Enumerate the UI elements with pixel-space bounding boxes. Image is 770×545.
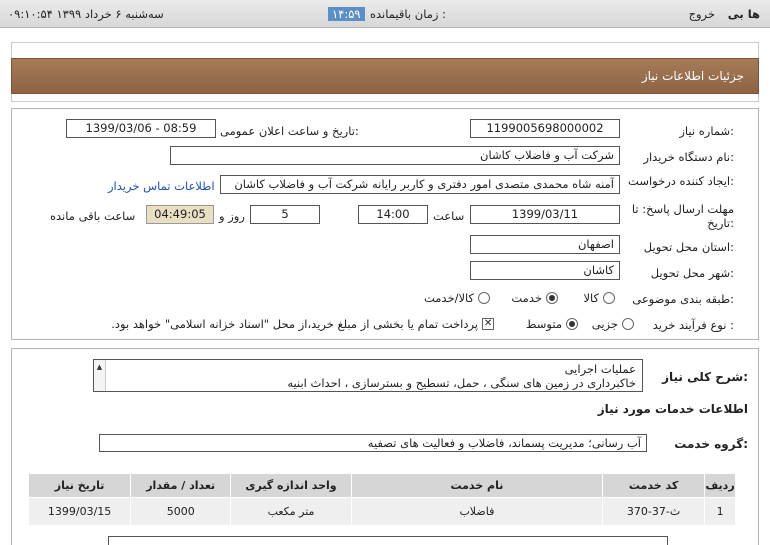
remaining-time-label: ساعت باقی مانده (50, 209, 136, 223)
radio-icon[interactable] (603, 292, 615, 304)
remaining-time-label: زمان باقیمانده : (370, 7, 446, 21)
scroll-up-icon[interactable]: ▲ (94, 360, 105, 374)
announce-date-label: تاریخ و ساعت اعلان عمومی: (220, 124, 359, 138)
service-group-field: آب رسانی؛ مدیریت پسماند، فاضلاب و فعالیت… (99, 434, 647, 452)
process-label: نوع فرآیند خرید : (652, 318, 734, 332)
deadline-label: مهلت ارسال پاسخ: تا تاریخ: (631, 202, 734, 230)
category-option-goods[interactable]: کالا (583, 291, 615, 305)
deadline-time-field: 14:00 (358, 205, 428, 224)
cell-quantity: 5000 (130, 497, 232, 526)
need-number-label: شماره نیاز: (679, 124, 734, 138)
table-header-row: ردیف کد خدمت نام خدمت واحد اندازه گیری ت… (27, 473, 736, 498)
province-label: استان محل تحویل: (643, 240, 734, 254)
creator-field: آمنه شاه محمدی متصدی امور دفتری و کاربر … (220, 175, 620, 194)
session-timer: ۱۴:۵۹ (328, 7, 365, 21)
need-desc-line1: عملیات اجرایی (564, 362, 636, 376)
buyer-label: نام دستگاه خریدار: (643, 150, 734, 164)
cell-unit: متر مکعب (230, 497, 352, 526)
table-row: 1 ث-37-370 فاضلاب متر مکعب 5000 1399/03/… (27, 497, 736, 526)
radio-icon[interactable] (478, 292, 490, 304)
days-field: 5 (250, 205, 320, 224)
buyer-field: شرکت آب و فاضلاب کاشان (170, 146, 620, 165)
treasury-payment-checkbox[interactable]: ✕ پرداخت تمام یا بخشی از مبلغ خرید،از مح… (111, 317, 494, 331)
need-desc-line2: خاکبرداری در زمین های سنگی ، حمل، تسطیح … (287, 376, 636, 390)
category-option-goods-service[interactable]: کالا/خدمت (424, 291, 490, 305)
services-table: ردیف کد خدمت نام خدمت واحد اندازه گیری ت… (27, 473, 736, 526)
service-group-label: گروه خدمت: (674, 437, 748, 451)
days-label: روز و (219, 209, 245, 223)
deadline-date-field: 1399/03/11 (470, 205, 620, 224)
services-section-title: اطلاعات خدمات مورد نیاز (597, 402, 748, 416)
exit-link[interactable]: خروج (689, 7, 715, 21)
top-bar: ها بی خروج زمان باقیمانده : ۱۴:۵۹ سه‌شنب… (0, 0, 770, 28)
cell-row: 1 (704, 497, 736, 526)
desc-scrollbar[interactable]: ▲ (94, 360, 106, 391)
col-unit: واحد اندازه گیری (230, 473, 352, 498)
process-option-minor[interactable]: جزیی (592, 317, 634, 331)
col-quantity: تعداد / مقدار (130, 473, 232, 498)
cell-name: فاضلاب (350, 497, 604, 526)
col-date: تاریخ نیاز (27, 473, 132, 498)
page-title: جزئیات اطلاعات نیاز (641, 69, 744, 83)
process-option-medium[interactable]: متوسط (526, 317, 578, 331)
col-row: ردیف (704, 473, 736, 498)
app-logo: ها بی (727, 7, 760, 21)
current-datetime: سه‌شنبه ۶ خرداد ۱۳۹۹ ۰۹:۱۰:۵۴ (8, 7, 164, 21)
province-field: اصفهان (470, 235, 620, 254)
city-field: کاشان (470, 261, 620, 280)
category-option-service[interactable]: خدمت (511, 291, 558, 305)
announce-date-field: 1399/03/06 - 08:59 (66, 119, 216, 138)
need-number-field: 1199005698000002 (470, 119, 620, 138)
col-name: نام خدمت (350, 473, 604, 498)
radio-selected-icon[interactable] (566, 318, 578, 330)
col-code: کد خدمت (602, 473, 706, 498)
category-label: طبقه بندی موضوعی: (632, 292, 734, 306)
cell-date: 1399/03/15 (27, 497, 132, 526)
buyer-contact-link[interactable]: اطلاعات تماس خریدار (108, 179, 215, 193)
radio-icon[interactable] (622, 318, 634, 330)
city-label: شهر محل تحویل: (650, 266, 734, 280)
lower-box (108, 536, 668, 545)
radio-selected-icon[interactable] (546, 292, 558, 304)
deadline-time-label: ساعت (433, 209, 465, 223)
need-desc-label: شرح کلی نیاز: (662, 370, 748, 384)
page-header: جزئیات اطلاعات نیاز (11, 58, 759, 94)
checkbox-checked-icon[interactable]: ✕ (482, 318, 494, 330)
creator-label: ایجاد کننده درخواست: (628, 174, 734, 188)
cell-code: ث-37-370 (602, 497, 706, 526)
remaining-time-field: 04:49:05 (146, 205, 214, 224)
need-desc-box: ▲ عملیات اجرایی خاکبرداری در زمین های سن… (93, 359, 643, 392)
